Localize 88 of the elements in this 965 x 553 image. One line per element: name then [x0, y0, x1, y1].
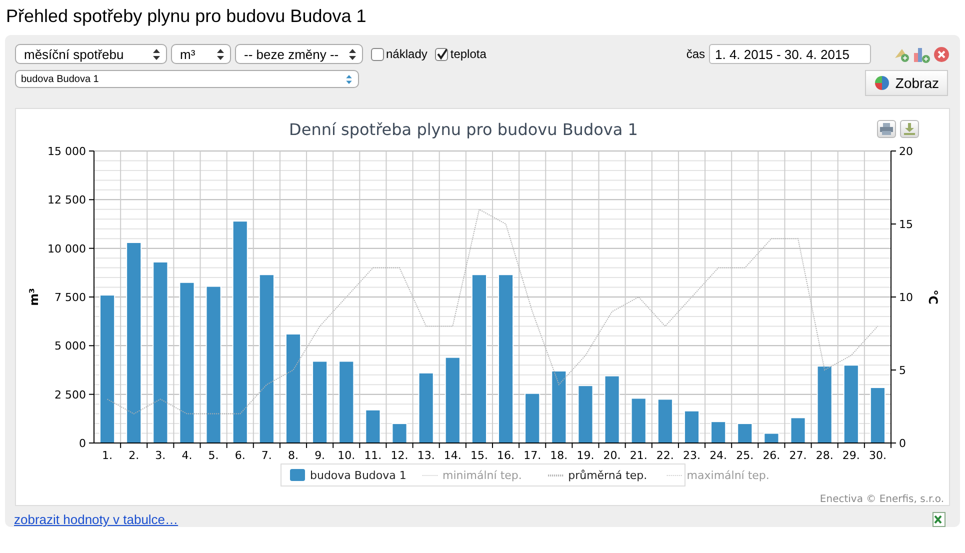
bar	[737, 423, 753, 444]
tick-label: 7 500	[54, 291, 86, 304]
legend-item[interactable]: průměrná tep.	[568, 469, 648, 482]
tick-label: 4.	[182, 449, 192, 462]
bar	[604, 375, 620, 444]
spreadsheet-icon[interactable]	[932, 512, 946, 527]
tick-label: 10.	[338, 449, 356, 462]
legend-line	[422, 475, 438, 476]
tick-label: 9.	[314, 449, 326, 462]
checkbox[interactable]	[435, 48, 448, 60]
tick-label: 11.	[364, 449, 382, 462]
bar	[710, 421, 726, 444]
bar	[524, 392, 540, 444]
building-dropdown[interactable]: budova Budova 1	[15, 70, 359, 88]
tick-label: 28.	[816, 449, 834, 462]
tick-label: 18.	[550, 449, 568, 462]
dropdown[interactable]: -- beze změny --	[235, 44, 363, 64]
dropdown-arrows-icon	[346, 74, 352, 84]
checkbox-label: náklady	[386, 47, 428, 61]
chart-title: Denní spotřeba plynu pro budovu Budova 1	[289, 120, 638, 139]
tick-label: 15.	[470, 449, 488, 462]
tick-label: 0	[899, 437, 906, 450]
bar	[764, 432, 780, 444]
tick-label: 12.	[390, 449, 408, 462]
tick-label: 10 000	[48, 242, 86, 256]
tick-label: 5 000	[54, 340, 86, 353]
dropdown[interactable]: měsíční spotřebu	[15, 44, 167, 64]
tick-label: 6.	[234, 449, 246, 462]
bar	[578, 385, 594, 444]
axis-label: °C	[926, 290, 940, 304]
tick-label: 12 500	[48, 194, 86, 207]
dropdown[interactable]: m³	[171, 44, 231, 64]
tick-label: 14.	[444, 449, 462, 462]
pie-chart-icon	[874, 75, 890, 91]
tick-label: 15	[899, 218, 913, 231]
tick-label: 15 000	[48, 145, 86, 158]
dropdown-arrows-icon	[349, 48, 356, 60]
checkbox-label: teplota	[450, 47, 486, 61]
tick-label: 1.	[102, 449, 113, 462]
bar	[392, 423, 408, 444]
tick-label: 24.	[710, 449, 728, 462]
tick-label: 3.	[155, 449, 166, 462]
dropdown-arrows-icon	[153, 48, 160, 60]
tick-label: 29.	[842, 449, 860, 462]
tick-label: 2 500	[54, 388, 86, 402]
download-button[interactable]	[900, 120, 919, 138]
close-icon[interactable]	[933, 46, 950, 62]
tick-label: 8.	[288, 449, 298, 462]
tick-label: 20.	[603, 449, 621, 462]
legend-item[interactable]: budova Budova 1	[310, 469, 406, 482]
credit-text: Enectiva © Enerfis, s.r.o.	[820, 494, 944, 505]
tick-label: 7.	[261, 449, 272, 462]
bar	[418, 372, 434, 444]
tick-label: 23.	[683, 449, 700, 462]
tick-label: 25.	[736, 449, 754, 462]
bar	[365, 409, 381, 444]
show-button[interactable]: Zobraz	[865, 70, 948, 96]
page-title: Přehled spotřeby plynu pro budovu Budova 1	[6, 5, 366, 28]
bar	[790, 417, 806, 444]
bar	[684, 410, 700, 444]
tick-label: 2.	[128, 449, 140, 462]
dropdown-arrows-icon	[217, 48, 224, 60]
download-icon	[903, 123, 916, 135]
printer-icon	[880, 123, 893, 135]
tick-label: 5.	[208, 449, 219, 462]
chart-add-icon[interactable]	[913, 46, 930, 62]
tick-label: 17.	[524, 449, 542, 462]
tick-label: 10	[899, 291, 913, 304]
bar	[657, 398, 673, 444]
tick-label: 21.	[630, 449, 648, 462]
tick-label: 13.	[417, 449, 435, 462]
tick-label: 16.	[497, 449, 515, 462]
time-label: čas	[686, 47, 705, 61]
bar	[870, 387, 886, 444]
print-button[interactable]	[877, 120, 896, 138]
tick-label: 30.	[868, 449, 886, 462]
table-link[interactable]: zobrazit hodnoty v tabulce…	[14, 512, 178, 527]
axis-label: m³	[27, 288, 41, 306]
tick-label: 26.	[762, 449, 780, 462]
date-range-field[interactable]: 1. 4. 2015 - 30. 4. 2015	[709, 44, 871, 64]
checkbox[interactable]	[371, 48, 384, 60]
tick-label: 27.	[789, 449, 807, 462]
tick-label: 20	[899, 145, 913, 158]
bar	[630, 398, 646, 444]
tick-label: 0	[79, 437, 86, 450]
tick-label: 5	[899, 364, 906, 377]
tick-label: 19.	[576, 449, 594, 462]
tick-label: 22.	[656, 449, 674, 462]
